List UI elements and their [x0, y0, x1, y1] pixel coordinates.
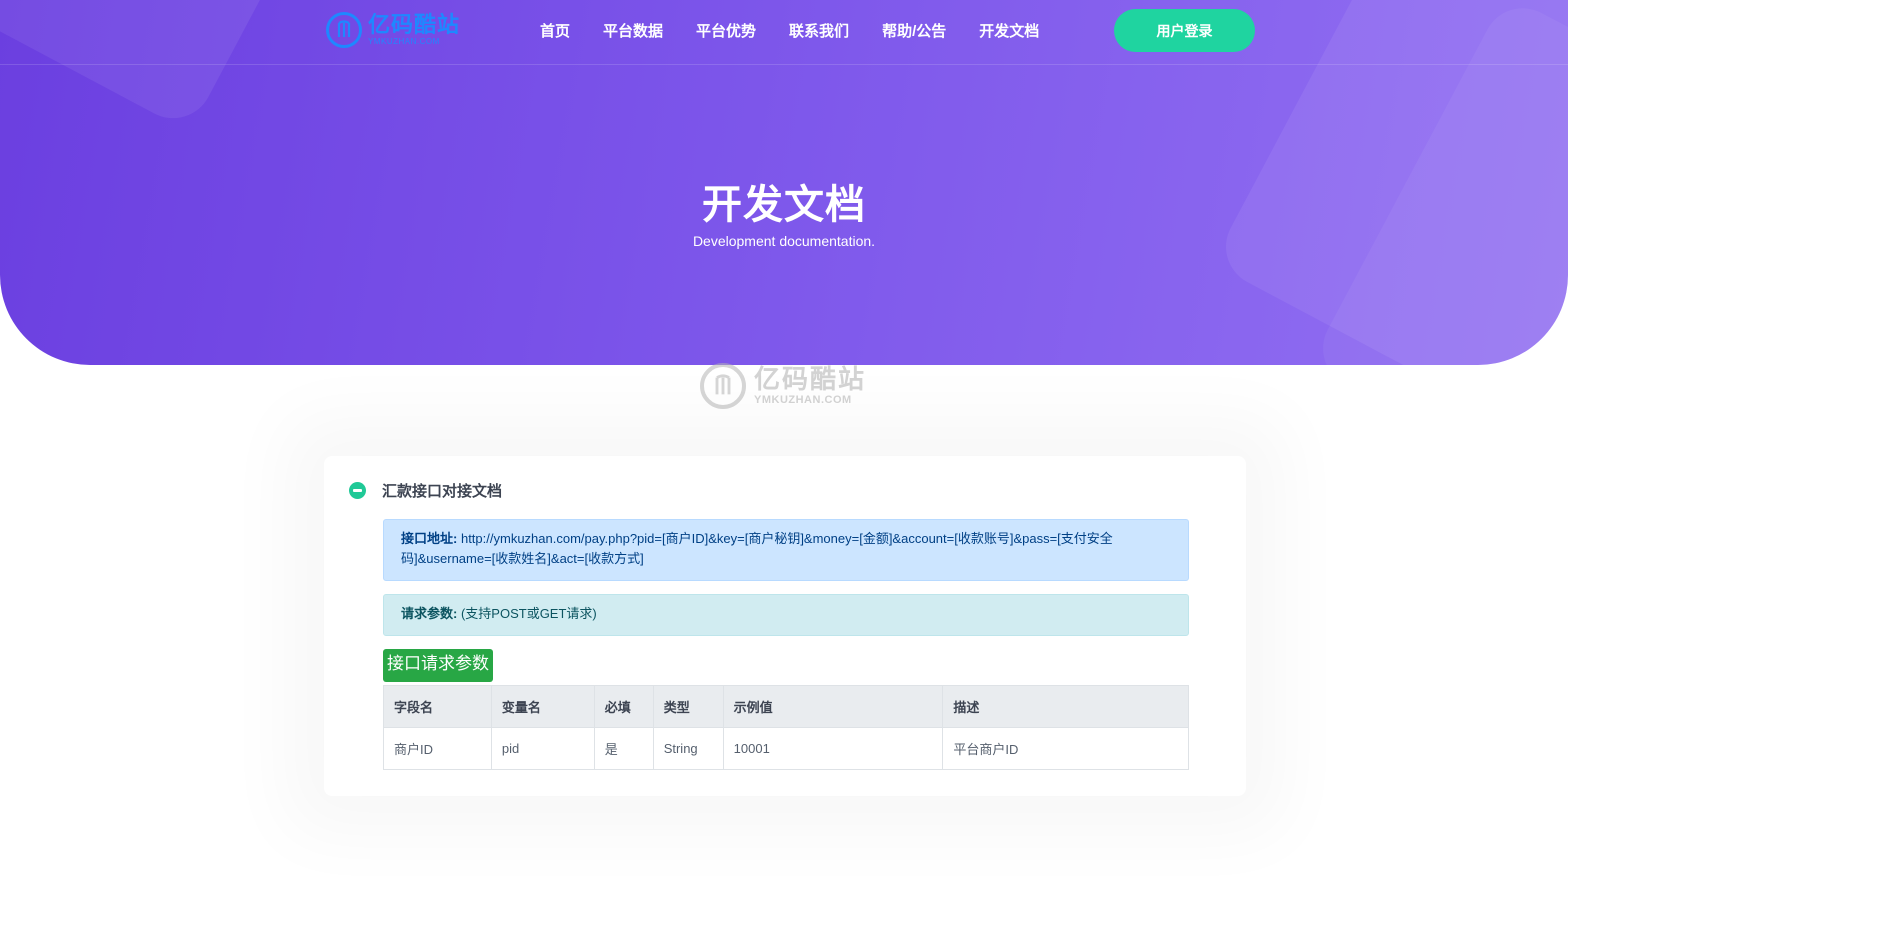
section-title: 汇款接口对接文档 [382, 482, 503, 500]
login-button[interactable]: 用户登录 [1114, 9, 1255, 52]
column-header: 示例值 [722, 685, 944, 728]
params-note: (支持POST或GET请求) [460, 606, 597, 621]
table-header-row: 字段名 变量名 必填 类型 示例值 描述 [383, 685, 1189, 728]
logo-subtext: YMKUZHAN.COM [368, 37, 440, 46]
doc-card: 汇款接口对接文档 接口地址: http://ymkuzhan.com/pay.p… [324, 456, 1246, 796]
decorative-shape [0, 0, 293, 133]
request-params-badge: 接口请求参数 [383, 649, 493, 682]
endpoint-label: 接口地址: [401, 531, 458, 546]
nav-item-dev-docs[interactable]: 开发文档 [979, 20, 1039, 41]
nav-item-home[interactable]: 首页 [540, 20, 570, 41]
column-header: 描述 [942, 685, 1189, 728]
nav-item-help[interactable]: 帮助/公告 [882, 20, 946, 41]
table-cell: 商户ID [383, 727, 492, 770]
main-nav: 首页 平台数据 平台优势 联系我们 帮助/公告 开发文档 [540, 0, 1039, 60]
page-subtitle: Development documentation. [692, 233, 876, 249]
table-cell: 是 [593, 727, 654, 770]
collapse-icon[interactable] [349, 481, 366, 499]
nav-item-platform-data[interactable]: 平台数据 [603, 20, 663, 41]
watermark-text: 亿码酷站 [754, 364, 867, 394]
table-cell: 平台商户ID [942, 727, 1189, 770]
table-cell: pid [490, 727, 595, 770]
column-header: 必填 [593, 685, 654, 728]
logo-text: 亿码酷站 [368, 12, 461, 37]
params-alert: 请求参数: (支持POST或GET请求) [383, 594, 1189, 636]
watermark: 亿码酷站 YMKUZHAN.COM [700, 361, 866, 411]
site-logo[interactable]: 亿码酷站 YMKUZHAN.COM [326, 11, 460, 49]
column-header: 变量名 [490, 685, 595, 728]
nav-item-platform-advantages[interactable]: 平台优势 [696, 20, 756, 41]
params-label: 请求参数: [401, 606, 458, 621]
watermark-logo-icon [700, 363, 746, 409]
page-title: 开发文档 [702, 183, 866, 227]
table-row: 商户ID pid 是 String 10001 平台商户ID [383, 727, 1189, 770]
table-cell: 10001 [722, 727, 944, 770]
table-cell: String [652, 727, 724, 770]
endpoint-url: http://ymkuzhan.com/pay.php?pid=[商户ID]&k… [401, 531, 1113, 566]
column-header: 字段名 [383, 685, 492, 728]
params-table: 字段名 变量名 必填 类型 示例值 描述 商户ID pid 是 String 1… [383, 685, 1189, 770]
nav-item-contact[interactable]: 联系我们 [789, 20, 849, 41]
nav-divider [0, 64, 1568, 65]
column-header: 类型 [652, 685, 724, 728]
hero-banner: 亿码酷站 YMKUZHAN.COM 首页 平台数据 平台优势 联系我们 帮助/公… [0, 0, 1568, 365]
logo-mark-icon [326, 12, 362, 48]
section-header[interactable]: 汇款接口对接文档 [349, 480, 502, 500]
endpoint-alert: 接口地址: http://ymkuzhan.com/pay.php?pid=[商… [383, 519, 1189, 581]
watermark-subtext: YMKUZHAN.COM [754, 394, 852, 406]
